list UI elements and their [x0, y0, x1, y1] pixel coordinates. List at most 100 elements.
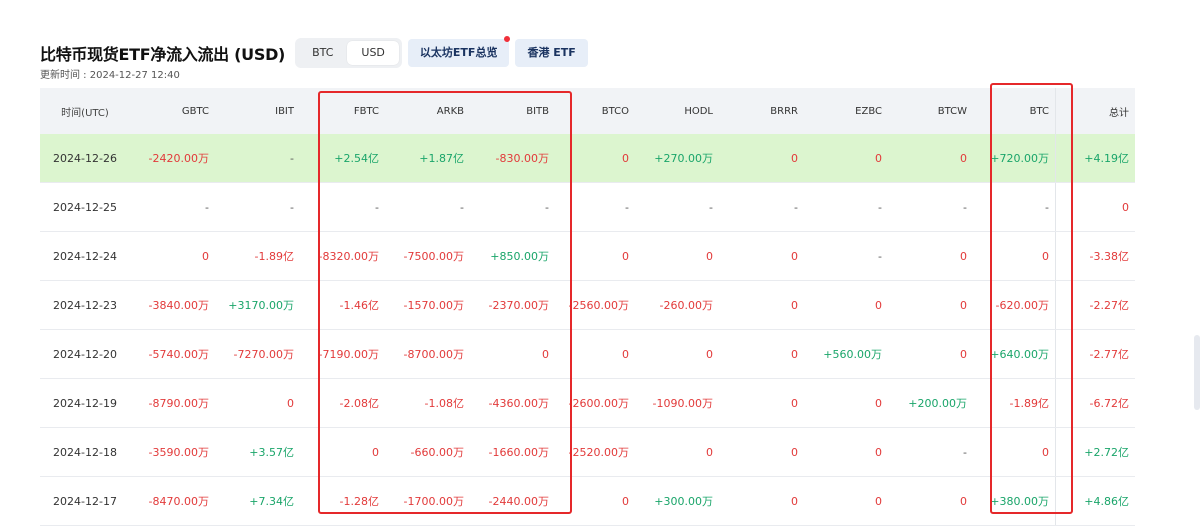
column-header-ibit[interactable]: IBIT: [215, 88, 300, 134]
column-header-bitb[interactable]: BITB: [470, 88, 555, 134]
unit-toggle[interactable]: BTC USD: [295, 38, 402, 68]
column-header-btc[interactable]: BTC: [973, 88, 1055, 134]
cell-hodl: -260.00万: [659, 299, 713, 312]
column-header-brrr[interactable]: BRRR: [719, 88, 804, 134]
cell-brrr: 0: [791, 396, 798, 410]
column-header-btcw[interactable]: BTCW: [888, 88, 973, 134]
cell-bitb: -2440.00万: [488, 495, 549, 508]
cell-btcw: 0: [960, 249, 967, 263]
cell-btco: -2520.00万: [568, 446, 629, 459]
cell-btco: 0: [622, 494, 629, 508]
cell-ibit: -: [290, 151, 294, 165]
page-title: 比特币现货ETF净流入流出 (USD): [40, 45, 286, 64]
row-date: 2024-12-26: [53, 151, 117, 165]
cell-ezbc: 0: [875, 151, 882, 165]
hk-etf-button[interactable]: 香港 ETF: [515, 39, 588, 67]
table-row: 2024-12-19 -8790.00万 0 -2.08亿 -1.08亿 -4360.00…: [40, 379, 1135, 428]
cell-btcw: 0: [960, 298, 967, 312]
cell-total: +4.86亿: [1055, 477, 1135, 525]
column-header-fbtc[interactable]: FBTC: [300, 88, 385, 134]
cell-arkb: -1.08亿: [424, 397, 464, 410]
cell-ezbc: 0: [875, 298, 882, 312]
cell-bitb: 0: [542, 347, 549, 361]
hk-etf-label: 香港 ETF: [527, 46, 576, 59]
cell-fbtc: -7190.00万: [318, 348, 379, 361]
cell-ibit: 0: [287, 396, 294, 410]
cell-fbtc: 0: [372, 445, 379, 459]
cell-fbtc: +2.54亿: [334, 152, 379, 165]
page-header: 比特币现货ETF净流入流出 (USD) BTC USD 以太坊ETF总览 香港 …: [40, 36, 588, 70]
cell-btc: +720.00万: [990, 152, 1049, 165]
cell-fbtc: -1.46亿: [339, 299, 379, 312]
column-header-time[interactable]: 时间(UTC): [40, 88, 130, 134]
cell-ezbc: 0: [875, 445, 882, 459]
cell-btco: -: [625, 200, 629, 214]
cell-gbtc: -: [205, 200, 209, 214]
cell-total: 0: [1055, 183, 1135, 231]
cell-fbtc: -: [375, 200, 379, 214]
eth-etf-overview-label: 以太坊ETF总览: [419, 46, 498, 59]
cell-brrr: 0: [791, 249, 798, 263]
cell-bitb: -4360.00万: [488, 397, 549, 410]
cell-hodl: -: [709, 200, 713, 214]
table-row: 2024-12-26 -2420.00万 - +2.54亿 +1.87亿 -830.00万…: [40, 134, 1135, 183]
table-row: 2024-12-23 -3840.00万 +3170.00万 -1.46亿 -1570.…: [40, 281, 1135, 330]
cell-brrr: -: [794, 200, 798, 214]
cell-btc: +640.00万: [990, 348, 1049, 361]
cell-ezbc: -: [878, 249, 882, 263]
cell-total: -3.38亿: [1055, 232, 1135, 280]
cell-ibit: +3170.00万: [228, 299, 294, 312]
cell-bitb: -1660.00万: [488, 446, 549, 459]
cell-arkb: +1.87亿: [419, 152, 464, 165]
cell-btc: +380.00万: [990, 495, 1049, 508]
row-date: 2024-12-18: [53, 445, 117, 459]
column-header-arkb[interactable]: ARKB: [385, 88, 470, 134]
toggle-btc[interactable]: BTC: [298, 41, 347, 65]
cell-gbtc: -8470.00万: [148, 495, 209, 508]
cell-gbtc: -2420.00万: [148, 152, 209, 165]
table-row: 2024-12-18 -3590.00万 +3.57亿 0 -660.00万 -1660.…: [40, 428, 1135, 477]
column-header-ezbc[interactable]: EZBC: [804, 88, 888, 134]
row-date: 2024-12-24: [53, 249, 117, 263]
cell-btc: 0: [1042, 445, 1049, 459]
cell-brrr: 0: [791, 347, 798, 361]
cell-arkb: -1700.00万: [403, 495, 464, 508]
cell-ezbc: -: [878, 200, 882, 214]
eth-etf-overview-button[interactable]: 以太坊ETF总览: [407, 36, 511, 67]
cell-hodl: +270.00万: [654, 152, 713, 165]
column-header-btco[interactable]: BTCO: [555, 88, 635, 134]
cell-btcw: -: [963, 200, 967, 214]
cell-fbtc: -8320.00万: [318, 250, 379, 263]
cell-brrr: 0: [791, 445, 798, 459]
row-date: 2024-12-23: [53, 298, 117, 312]
cell-btco: -2560.00万: [568, 299, 629, 312]
update-time: 更新时间 : 2024-12-27 12:40: [40, 70, 180, 81]
row-date: 2024-12-20: [53, 347, 117, 361]
row-date: 2024-12-25: [53, 200, 117, 214]
cell-hodl: +300.00万: [654, 495, 713, 508]
cell-bitb: +850.00万: [490, 250, 549, 263]
cell-btco: 0: [622, 151, 629, 165]
cell-btcw: -: [963, 445, 967, 459]
cell-arkb: -660.00万: [410, 446, 464, 459]
cell-brrr: 0: [791, 298, 798, 312]
page-scrollbar[interactable]: [1194, 335, 1200, 410]
cell-arkb: -1570.00万: [403, 299, 464, 312]
cell-hodl: -1090.00万: [652, 397, 713, 410]
cell-ezbc: 0: [875, 396, 882, 410]
table-row: 2024-12-17 -8470.00万 +7.34亿 -1.28亿 -1700.00万…: [40, 477, 1135, 526]
column-header-total[interactable]: 总计: [1055, 88, 1135, 134]
cell-btco: 0: [622, 249, 629, 263]
cell-btcw: 0: [960, 494, 967, 508]
cell-hodl: 0: [706, 445, 713, 459]
cell-ibit: -: [290, 200, 294, 214]
column-header-hodl[interactable]: HODL: [635, 88, 719, 134]
toggle-usd[interactable]: USD: [347, 41, 399, 65]
cell-fbtc: -1.28亿: [339, 495, 379, 508]
cell-btc: 0: [1042, 249, 1049, 263]
column-header-gbtc[interactable]: GBTC: [130, 88, 215, 134]
row-date: 2024-12-17: [53, 494, 117, 508]
cell-hodl: 0: [706, 249, 713, 263]
cell-brrr: 0: [791, 494, 798, 508]
cell-total: +4.19亿: [1055, 134, 1135, 182]
